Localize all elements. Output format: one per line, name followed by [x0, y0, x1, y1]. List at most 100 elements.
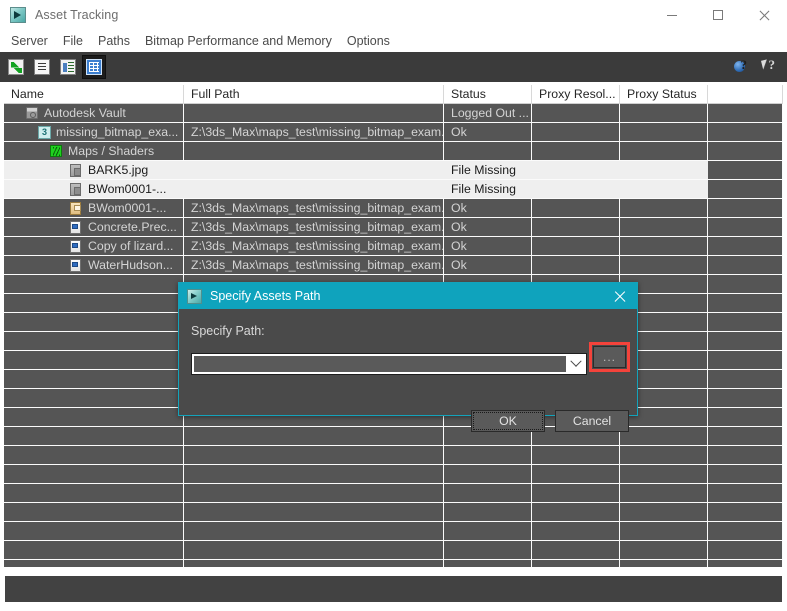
cell-proxy-status[interactable]: [620, 142, 708, 160]
cell-proxy-status[interactable]: [620, 180, 708, 198]
cancel-button[interactable]: Cancel: [555, 410, 629, 432]
cell-full-path[interactable]: Z:\3ds_Max\maps_test\missing_bitmap_exam…: [184, 237, 444, 255]
cell-empty[interactable]: [4, 503, 184, 521]
table-row[interactable]: [4, 484, 783, 503]
table-row[interactable]: [4, 465, 783, 484]
cell-empty[interactable]: [4, 313, 184, 331]
chevron-down-icon[interactable]: [566, 354, 586, 374]
cell-name[interactable]: Autodesk Vault: [4, 104, 184, 122]
cell-empty[interactable]: [708, 275, 783, 293]
cell-empty[interactable]: [184, 503, 444, 521]
table-row[interactable]: BWom0001-... File Missing: [4, 180, 783, 199]
cell-name[interactable]: BWom0001-...: [4, 199, 184, 217]
list-view-button[interactable]: [31, 56, 53, 78]
ok-button[interactable]: OK: [471, 410, 545, 432]
cell-proxy-status[interactable]: [620, 161, 708, 179]
cell-empty[interactable]: [184, 446, 444, 464]
cell-empty[interactable]: [4, 465, 184, 483]
cell-empty[interactable]: [444, 446, 532, 464]
cell-empty[interactable]: [444, 465, 532, 483]
report-view-button[interactable]: [57, 56, 79, 78]
cell-empty[interactable]: [620, 465, 708, 483]
table-row[interactable]: [4, 522, 783, 541]
cell-empty[interactable]: [620, 541, 708, 559]
cell-empty[interactable]: [532, 465, 620, 483]
cell-empty[interactable]: [532, 503, 620, 521]
cell-empty[interactable]: [708, 389, 783, 407]
cell-status[interactable]: [444, 142, 532, 160]
cell-status[interactable]: File Missing: [444, 180, 532, 198]
cell-empty[interactable]: [708, 446, 783, 464]
cell-proxy-status[interactable]: [620, 256, 708, 274]
menu-options[interactable]: Options: [340, 31, 397, 51]
cell-empty[interactable]: [4, 484, 184, 502]
menu-paths[interactable]: Paths: [91, 31, 137, 51]
cell-empty[interactable]: [708, 484, 783, 502]
cell-empty[interactable]: [4, 294, 184, 312]
column-header-name[interactable]: Name: [4, 85, 184, 104]
cell-name[interactable]: 3 missing_bitmap_exa...: [4, 123, 184, 141]
cell-empty[interactable]: [708, 313, 783, 331]
cell-proxy-resolution[interactable]: [532, 180, 620, 198]
cell-empty[interactable]: [184, 560, 444, 567]
cell-empty[interactable]: [708, 503, 783, 521]
cell-empty[interactable]: [4, 522, 184, 540]
cell-proxy-resolution[interactable]: [532, 123, 620, 141]
close-button[interactable]: [741, 0, 787, 30]
cell-proxy-resolution[interactable]: [532, 104, 620, 122]
cell-empty[interactable]: [708, 541, 783, 559]
cell-empty[interactable]: [620, 560, 708, 567]
cell-empty[interactable]: [532, 522, 620, 540]
dialog-close-button[interactable]: [603, 283, 637, 309]
cell-empty[interactable]: [184, 427, 444, 445]
cell-empty[interactable]: [620, 427, 708, 445]
cell-name[interactable]: BARK5.jpg: [4, 161, 184, 179]
cell-name[interactable]: Copy of lizard...: [4, 237, 184, 255]
minimize-button[interactable]: [649, 0, 695, 30]
table-row[interactable]: Copy of lizard... Z:\3ds_Max\maps_test\mi…: [4, 237, 783, 256]
cell-empty[interactable]: [4, 560, 184, 567]
cell-empty[interactable]: [532, 446, 620, 464]
cell-empty[interactable]: [4, 332, 184, 350]
cell-proxy-status[interactable]: [620, 104, 708, 122]
cell-full-path[interactable]: [184, 180, 444, 198]
cell-name[interactable]: Concrete.Prec...: [4, 218, 184, 236]
table-row[interactable]: Maps / Shaders: [4, 142, 783, 161]
cell-full-path[interactable]: [184, 161, 444, 179]
cell-empty[interactable]: [708, 560, 783, 567]
cell-empty[interactable]: [184, 465, 444, 483]
cell-empty[interactable]: [620, 503, 708, 521]
cell-status[interactable]: Ok: [444, 123, 532, 141]
cell-proxy-resolution[interactable]: [532, 218, 620, 236]
table-row[interactable]: [4, 541, 783, 560]
cell-full-path[interactable]: Z:\3ds_Max\maps_test\missing_bitmap_exam…: [184, 199, 444, 217]
cell-full-path[interactable]: Z:\3ds_Max\maps_test\missing_bitmap_exam…: [184, 123, 444, 141]
cell-empty[interactable]: [444, 484, 532, 502]
cell-status[interactable]: Ok: [444, 199, 532, 217]
cell-empty[interactable]: [532, 541, 620, 559]
menu-server[interactable]: Server: [4, 31, 55, 51]
refresh-button[interactable]: [5, 56, 27, 78]
path-combobox[interactable]: [191, 353, 587, 375]
table-row[interactable]: [4, 446, 783, 465]
menu-file[interactable]: File: [56, 31, 90, 51]
cell-full-path[interactable]: Z:\3ds_Max\maps_test\missing_bitmap_exam…: [184, 256, 444, 274]
cell-empty[interactable]: [4, 389, 184, 407]
cell-empty[interactable]: [708, 294, 783, 312]
cell-empty[interactable]: [620, 446, 708, 464]
column-header-status[interactable]: Status: [444, 85, 532, 104]
cell-empty[interactable]: [4, 275, 184, 293]
cell-proxy-resolution[interactable]: [532, 237, 620, 255]
cell-full-path[interactable]: [184, 142, 444, 160]
table-row[interactable]: [4, 560, 783, 567]
cell-empty[interactable]: [708, 351, 783, 369]
cell-empty[interactable]: [708, 332, 783, 350]
browse-button[interactable]: ...: [593, 346, 626, 368]
cell-empty[interactable]: [532, 560, 620, 567]
cell-empty[interactable]: [184, 522, 444, 540]
cell-empty[interactable]: [4, 427, 184, 445]
cell-full-path[interactable]: Z:\3ds_Max\maps_test\missing_bitmap_exam…: [184, 218, 444, 236]
table-row[interactable]: BWom0001-... Z:\3ds_Max\maps_test\missing…: [4, 199, 783, 218]
web-help-button[interactable]: ?: [731, 56, 753, 78]
cell-empty[interactable]: [708, 427, 783, 445]
